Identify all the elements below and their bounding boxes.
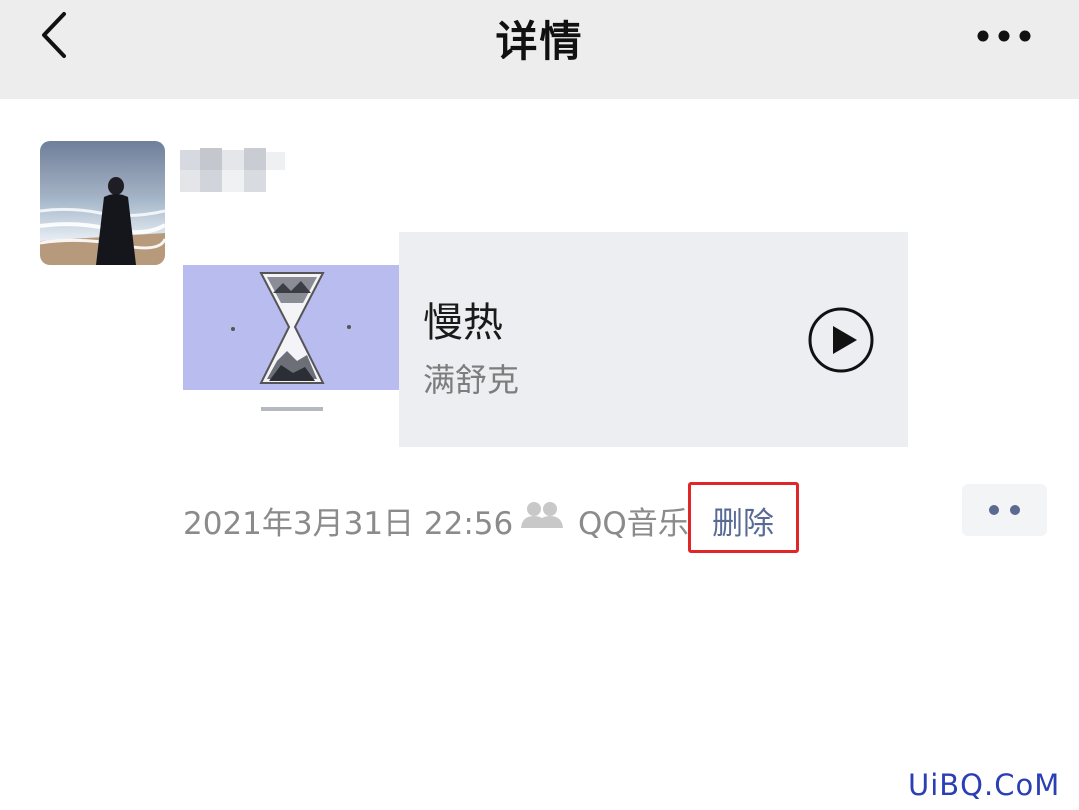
watermark: UiBQ.CoM: [908, 768, 1061, 802]
music-share-card[interactable]: 慢热 满舒克: [183, 232, 908, 447]
source-app-link[interactable]: QQ音乐: [578, 498, 689, 543]
play-icon[interactable]: [808, 307, 874, 373]
delete-highlight-box: [688, 482, 799, 553]
moments-detail-screen: 详情 慢热 满舒克 2021年3月31日 22:56 QQ音乐 删除 UiBQ.…: [0, 0, 1079, 810]
song-artist: 满舒克: [423, 361, 520, 399]
dot: [989, 505, 999, 515]
song-title: 慢热: [423, 300, 503, 346]
avatar[interactable]: [40, 141, 165, 265]
page-title: 详情: [495, 17, 584, 66]
dot: [1010, 505, 1020, 515]
top-nav-bar: 详情: [0, 0, 1079, 99]
friends-icon: [520, 500, 564, 530]
album-cover: [183, 265, 399, 447]
post-timestamp: 2021年3月31日 22:56: [183, 506, 514, 542]
more-dots-icon[interactable]: [975, 28, 1033, 44]
two-dots-icon[interactable]: [962, 484, 1047, 536]
username-blurred: [180, 148, 285, 194]
